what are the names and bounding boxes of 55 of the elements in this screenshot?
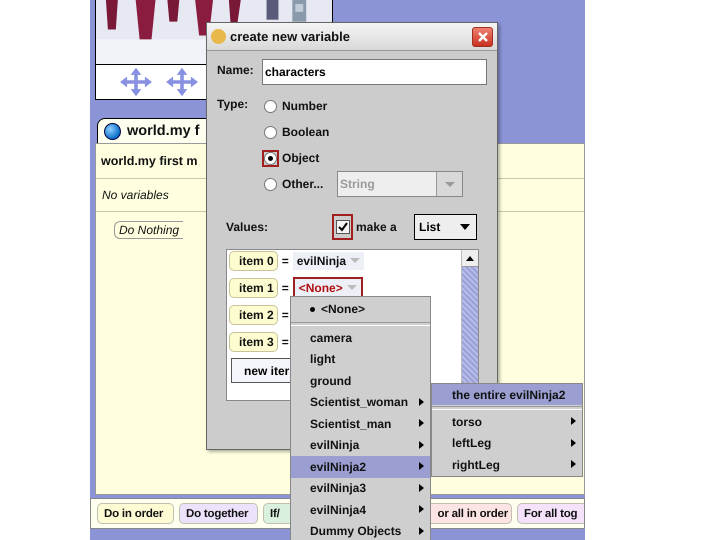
menu-item[interactable]: torso [432, 411, 582, 432]
caret-icon [346, 285, 357, 290]
equals-sign: = [282, 308, 289, 322]
sphere-icon [104, 122, 121, 140]
tab-label: world.my f [127, 123, 200, 139]
radio-label: Object [282, 151, 320, 165]
field-label: Values: [225, 220, 270, 234]
caret-icon [350, 258, 360, 263]
value-dropdown[interactable]: evilNinja [292, 252, 364, 270]
control-tile[interactable]: Do in order [97, 503, 174, 524]
checkbox[interactable] [336, 220, 350, 234]
control-tile[interactable]: Do together [179, 503, 258, 524]
field-label: Name: [217, 62, 255, 79]
menu-item[interactable]: rightLeg [432, 454, 582, 476]
close-icon [476, 30, 488, 42]
item-tile[interactable]: item 1 [229, 278, 278, 298]
item-tile[interactable]: item 3 [229, 332, 278, 352]
variables-note: No variables [102, 188, 169, 202]
control-tile[interactable]: For all tog [517, 503, 584, 524]
close-button[interactable] [472, 26, 493, 46]
name-field[interactable]: characters [262, 59, 487, 85]
new-item-button[interactable]: new iter [231, 358, 292, 383]
menu-item[interactable]: <None> [291, 297, 430, 321]
equals-sign: = [282, 334, 289, 348]
menu-item[interactable]: Scientist_woman [291, 392, 430, 413]
menu-item[interactable]: ground [291, 370, 430, 392]
radio-button[interactable] [264, 178, 277, 190]
radio-button[interactable] [264, 100, 277, 112]
field-label: Type: [217, 96, 250, 113]
collection-dropdown[interactable]: List [414, 214, 477, 240]
menu-item[interactable]: leftLeg [432, 432, 582, 454]
radio-label: Boolean [282, 125, 330, 139]
item-tile[interactable]: item 0 [229, 250, 278, 270]
value-dropdown[interactable]: <None> [294, 278, 361, 296]
avatar-icon [211, 29, 226, 44]
window-title: create new variable [230, 29, 351, 44]
menu-item[interactable]: evilNinja3 [291, 478, 430, 499]
menu-item[interactable]: camera [291, 327, 430, 348]
menu-item[interactable]: light [291, 348, 430, 370]
menu-item[interactable]: Scientist_man [291, 413, 430, 434]
caret-icon [444, 182, 454, 186]
method-title: world.my first m [101, 154, 198, 168]
do-nothing-statement: Do Nothing [114, 221, 184, 239]
checkbox-label: make a [356, 220, 398, 234]
menu-item[interactable]: evilNinja2 [291, 456, 430, 478]
menu-item[interactable]: evilNinja [291, 434, 430, 456]
bullet-icon [310, 306, 315, 312]
item-tile[interactable]: item 2 [229, 304, 278, 324]
equals-sign: = [282, 280, 289, 294]
radio-button[interactable] [264, 126, 277, 138]
radio-label: Other... [282, 177, 324, 191]
equals-sign: = [282, 254, 289, 268]
radio-label: Number [282, 99, 328, 113]
menu-item[interactable]: the entire evilNinja2 [432, 384, 582, 405]
caret-icon [460, 224, 470, 230]
